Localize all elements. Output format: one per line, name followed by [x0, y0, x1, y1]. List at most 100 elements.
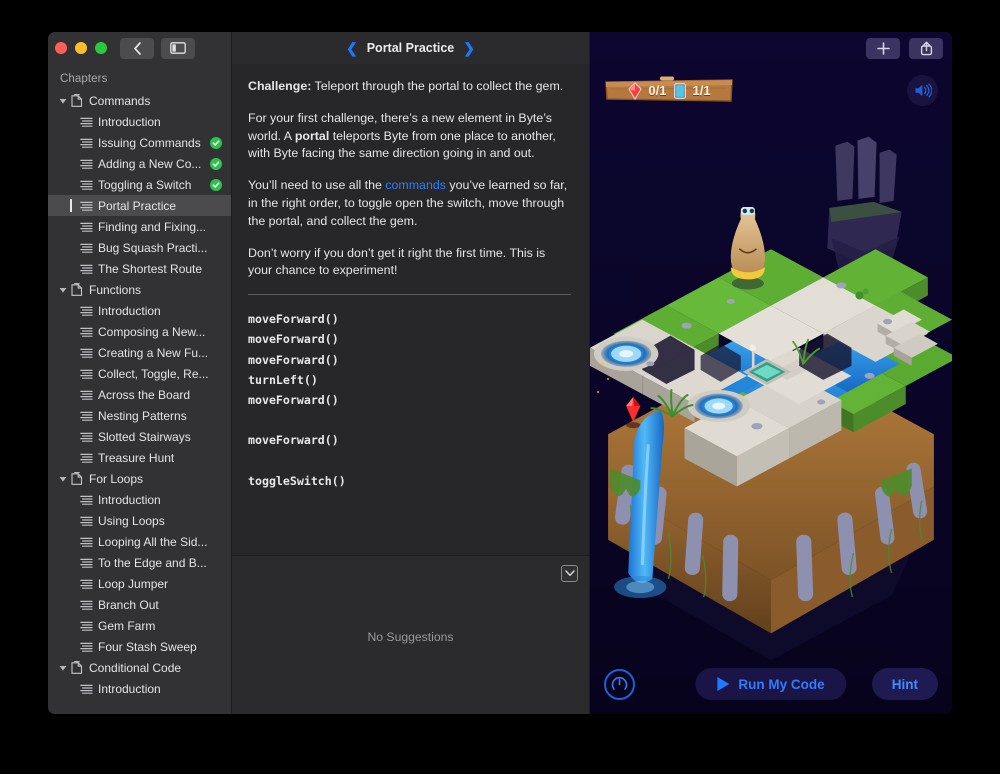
page-label: To the Edge and B...	[98, 555, 207, 570]
disclosure-triangle-icon[interactable]	[56, 286, 69, 294]
page-row[interactable]: Four Stash Sweep	[48, 636, 231, 657]
plank-background	[605, 76, 733, 102]
page-icon	[78, 558, 95, 568]
page-icon	[78, 327, 95, 337]
next-page-button[interactable]: ❯	[463, 41, 475, 55]
page-label: Looping All the Sid...	[98, 534, 208, 549]
page-row[interactable]: To the Edge and B...	[48, 552, 231, 573]
page-label: Finding and Fixing...	[98, 219, 207, 234]
gem-icon	[627, 81, 643, 100]
page-label: Using Loops	[98, 513, 165, 528]
live-view-pane[interactable]: 0/1 1/1 Run My Code Hint	[590, 32, 952, 714]
page-label: Branch Out	[98, 597, 159, 612]
commands-text-a: You’ll need to use all the	[248, 178, 386, 193]
page-row[interactable]: Treasure Hunt	[48, 447, 231, 468]
page-label: Introduction	[98, 681, 161, 696]
page-row[interactable]: Across the Board	[48, 384, 231, 405]
page-icon	[78, 432, 95, 442]
code-editor[interactable]: moveForward() moveForward() moveForward() t…	[248, 309, 571, 491]
code-line: turnLeft()	[248, 372, 318, 387]
page-row[interactable]: Toggling a Switch	[48, 174, 231, 195]
back-button[interactable]	[120, 37, 154, 59]
suggestions-panel: No Suggestions	[232, 555, 589, 714]
page-icon	[78, 117, 95, 127]
page-icon	[78, 516, 95, 526]
page-row[interactable]: Introduction	[48, 489, 231, 510]
page-icon	[78, 306, 95, 316]
page-icon	[78, 222, 95, 232]
page-row[interactable]: Introduction	[48, 300, 231, 321]
add-page-button[interactable]	[866, 38, 900, 59]
page-row[interactable]: Finding and Fixing...	[48, 216, 231, 237]
puzzle-world-scene[interactable]	[590, 32, 952, 714]
page-row[interactable]: Slotted Stairways	[48, 426, 231, 447]
zoom-button[interactable]	[95, 42, 107, 54]
page-row[interactable]: Using Loops	[48, 510, 231, 531]
content-pane: ❮ Portal Practice ❯ Challenge: Teleport …	[231, 32, 590, 714]
page-row[interactable]: Introduction	[48, 111, 231, 132]
execution-speed-button[interactable]	[604, 668, 635, 700]
page-row[interactable]: Loop Jumper	[48, 573, 231, 594]
portal-paragraph: For your first challenge, there’s a new …	[248, 110, 571, 163]
sidebar-toggle-button[interactable]	[161, 37, 195, 59]
objective-counters: 0/1 1/1	[604, 76, 734, 105]
share-icon	[920, 41, 932, 56]
speed-dial-icon	[611, 676, 628, 690]
minimize-button[interactable]	[75, 42, 87, 54]
page-label: Creating a New Fu...	[98, 345, 209, 360]
page-icon	[78, 684, 95, 694]
prev-page-button[interactable]: ❮	[346, 41, 358, 55]
share-button[interactable]	[909, 38, 943, 59]
page-row[interactable]: Branch Out	[48, 594, 231, 615]
page-row[interactable]: Collect, Toggle, Re...	[48, 363, 231, 384]
page-icon	[78, 411, 95, 421]
disclosure-triangle-icon[interactable]	[56, 475, 69, 483]
speaker-icon	[915, 83, 932, 98]
page-icon	[78, 159, 95, 169]
page-row[interactable]: Introduction	[48, 678, 231, 699]
page-row[interactable]: Gem Farm	[48, 615, 231, 636]
close-button[interactable]	[55, 42, 67, 54]
page-label: Across the Board	[98, 387, 191, 402]
chapter-row[interactable]: Conditional Code	[48, 657, 231, 678]
chapter-row[interactable]: Functions	[48, 279, 231, 300]
page-icon	[78, 180, 95, 190]
no-suggestions-label: No Suggestions	[367, 630, 454, 644]
chevron-left-icon	[133, 41, 141, 55]
page-icon	[78, 243, 95, 253]
code-line: moveForward()	[248, 332, 339, 347]
page-icon	[78, 579, 95, 589]
page-row-selected[interactable]: Portal Practice	[48, 195, 231, 216]
chapter-row[interactable]: Commands	[48, 90, 231, 111]
completed-badge	[210, 157, 222, 170]
page-icon	[78, 642, 95, 652]
commands-link[interactable]: commands	[385, 178, 446, 192]
switch-counter: 1/1	[692, 83, 711, 98]
page-row[interactable]: Adding a New Co...	[48, 153, 231, 174]
chapter-row[interactable]: For Loops	[48, 468, 231, 489]
page-label: Slotted Stairways	[98, 429, 191, 444]
page-row[interactable]: Nesting Patterns	[48, 405, 231, 426]
disclosure-triangle-icon[interactable]	[56, 97, 69, 105]
page-row[interactable]: Looping All the Sid...	[48, 531, 231, 552]
page-label: Four Stash Sweep	[98, 639, 197, 654]
page-row[interactable]: Composing a New...	[48, 321, 231, 342]
portal-keyword: portal	[294, 128, 330, 143]
sidebar-header: Chapters	[60, 73, 108, 85]
page-row[interactable]: Creating a New Fu...	[48, 342, 231, 363]
portal-b	[687, 389, 750, 423]
traffic-light-group	[55, 42, 107, 54]
page-icon	[78, 453, 95, 463]
page-icon	[78, 348, 95, 358]
run-my-code-button[interactable]: Run My Code	[695, 668, 847, 700]
page-icon	[78, 264, 95, 274]
code-line: toggleSwitch()	[248, 473, 346, 488]
page-row[interactable]: Bug Squash Practi...	[48, 237, 231, 258]
hint-button[interactable]: Hint	[871, 668, 938, 700]
page-row[interactable]: The Shortest Route	[48, 258, 231, 279]
live-view-controls: Run My Code Hint	[590, 654, 952, 714]
suggestions-collapse-button[interactable]	[561, 565, 578, 582]
audio-toggle-button[interactable]	[907, 75, 938, 106]
disclosure-triangle-icon[interactable]	[56, 664, 69, 672]
page-row[interactable]: Issuing Commands	[48, 132, 231, 153]
